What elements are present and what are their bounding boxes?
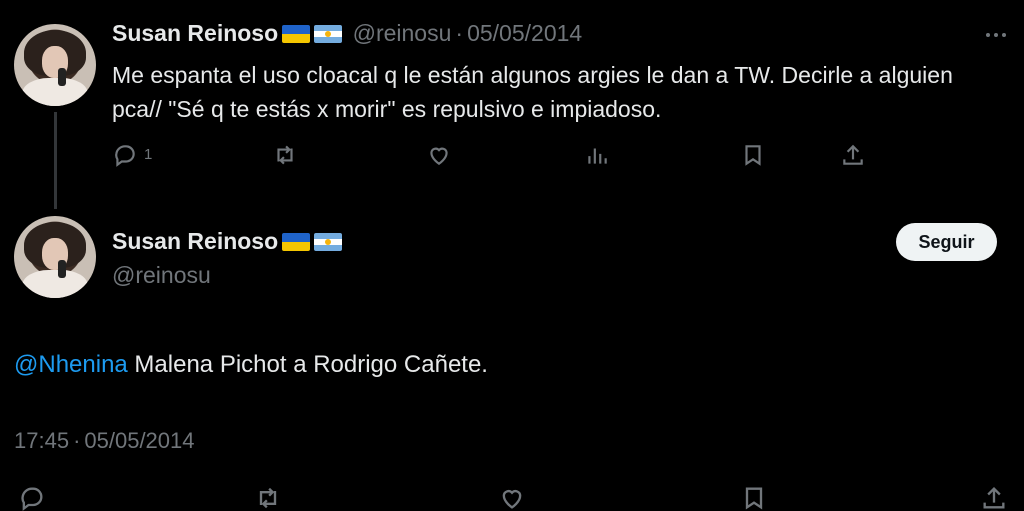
tweet-text: Me espanta el uso cloacal q le están alg… — [112, 62, 953, 122]
retweet-button[interactable] — [272, 142, 298, 173]
retweet-icon — [259, 487, 277, 509]
retweet-button[interactable] — [254, 484, 282, 511]
bookmark-icon — [745, 145, 761, 166]
argentina-flag-icon — [314, 233, 343, 251]
follow-button[interactable]: Seguir — [896, 223, 997, 261]
tweet-date[interactable]: 05/05/2014 — [467, 20, 582, 46]
author-name[interactable]: Susan Reinoso — [112, 228, 278, 254]
tweet2-header: Susan Reinoso — [112, 228, 343, 255]
author-name[interactable]: Susan Reinoso — [112, 20, 278, 46]
thread-connector-line — [54, 112, 57, 209]
retweet-icon — [277, 145, 293, 165]
reply-icon — [21, 487, 43, 511]
more-options-button[interactable] — [984, 28, 1008, 42]
tweet-text: @Nhenina Malena Pichot a Rodrigo Cañete. — [14, 348, 994, 382]
heart-icon — [502, 490, 522, 509]
ukraine-flag-icon — [282, 233, 311, 251]
mention-link[interactable]: @Nhenina — [14, 351, 128, 378]
tweet-date[interactable]: 05/05/2014 — [84, 428, 194, 453]
argentina-flag-icon — [314, 25, 343, 43]
reply-button[interactable]: 1 — [112, 142, 162, 170]
separator-dot: · — [455, 20, 464, 46]
reply-button[interactable] — [18, 484, 46, 511]
tweet1-header: Susan Reinoso @reinosu · 05/05/2014 — [112, 20, 582, 47]
avatar[interactable] — [14, 216, 96, 298]
bookmark-button[interactable] — [740, 484, 768, 511]
share-icon — [983, 487, 1005, 509]
author-handle[interactable]: @reinosu — [112, 262, 211, 289]
bookmark-icon — [745, 487, 763, 510]
avatar[interactable] — [14, 24, 96, 106]
tweet-time[interactable]: 17:45 — [14, 428, 69, 453]
share-icon — [843, 144, 863, 165]
views-button[interactable] — [584, 142, 610, 173]
separator-dot: · — [73, 428, 81, 453]
reply-count: 1 — [144, 146, 153, 163]
tweet-actions — [14, 484, 1010, 511]
share-button[interactable] — [840, 142, 866, 173]
author-handle[interactable]: @reinosu — [353, 20, 452, 46]
more-dots-icon — [986, 33, 1006, 37]
reply-icon — [115, 145, 135, 167]
bookmark-button[interactable] — [740, 142, 766, 173]
share-button[interactable] — [980, 484, 1008, 511]
tweet-timestamp: 17:45 · 05/05/2014 — [14, 428, 195, 454]
ukraine-flag-icon — [282, 25, 311, 43]
like-button[interactable] — [498, 484, 526, 511]
like-button[interactable] — [426, 142, 452, 173]
tweet-body: Malena Pichot a Rodrigo Cañete. — [127, 351, 488, 378]
views-chart-icon — [588, 148, 607, 164]
heart-icon — [430, 147, 448, 165]
tweet-actions: 1 — [112, 142, 872, 170]
